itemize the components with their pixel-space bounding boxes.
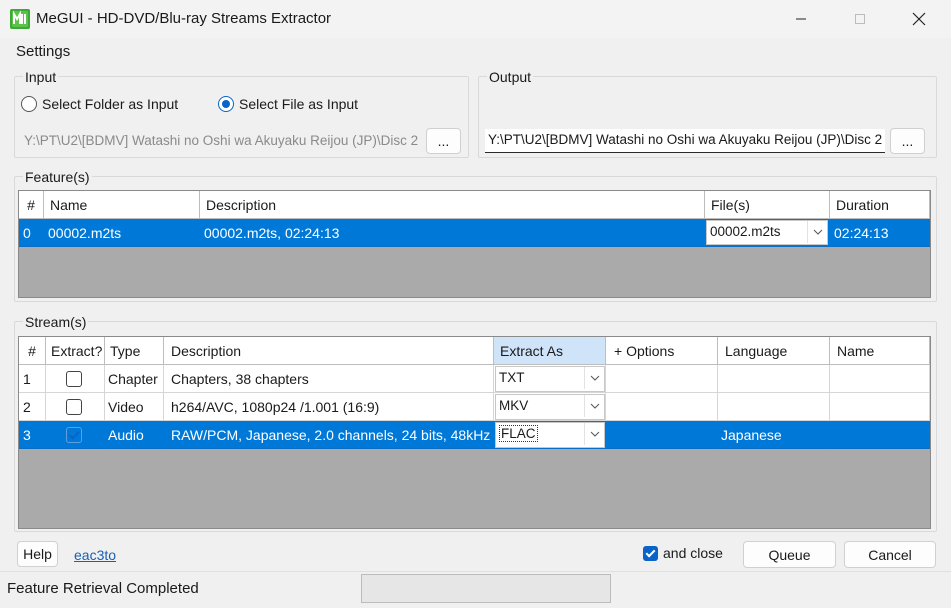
table-row-type[interactable]: Video (105, 393, 164, 421)
table-row-options[interactable] (606, 365, 718, 393)
table-row-name[interactable] (830, 365, 930, 393)
and-close-label: and close (663, 545, 723, 561)
table-row-name[interactable] (830, 393, 930, 421)
table-row-duration[interactable]: 02:24:13 (830, 219, 930, 247)
features-header-num[interactable]: # (19, 191, 44, 219)
output-group-label: Output (487, 69, 534, 85)
window-title: MeGUI - HD-DVD/Blu-ray Streams Extractor (36, 10, 332, 27)
table-row-num[interactable]: 3 (19, 421, 46, 449)
features-grid[interactable]: # Name Description File(s) Duration 0 00… (18, 190, 931, 298)
table-row-description[interactable]: h264/AVC, 1080p24 /1.001 (16:9) (164, 393, 494, 421)
extract-checkbox[interactable] (66, 399, 82, 415)
chevron-down-icon[interactable] (584, 367, 604, 389)
features-header-name[interactable]: Name (44, 191, 200, 219)
select-folder-label: Select Folder as Input (42, 96, 179, 112)
close-button[interactable] (896, 0, 942, 38)
streams-header-type[interactable]: Type (105, 337, 164, 365)
table-row-num[interactable]: 0 (19, 219, 44, 247)
chevron-down-icon[interactable] (584, 423, 604, 445)
extract-as-dropdown[interactable]: TXT (495, 366, 605, 392)
table-row-description[interactable]: Chapters, 38 chapters (164, 365, 494, 393)
table-row-options[interactable] (606, 393, 718, 421)
table-row-num[interactable]: 1 (19, 365, 46, 393)
table-row-name[interactable] (830, 421, 930, 449)
cancel-button[interactable]: Cancel (844, 541, 936, 568)
extract-as-dropdown[interactable]: MKV (495, 394, 605, 420)
table-row-num[interactable]: 2 (19, 393, 46, 421)
streams-header-language[interactable]: Language (718, 337, 830, 365)
table-row-name[interactable]: 00002.m2ts (44, 219, 200, 247)
table-row-extract-cell[interactable] (46, 421, 105, 449)
streams-group-label: Stream(s) (23, 314, 89, 330)
extract-as-value: TXT (499, 370, 525, 385)
output-path-field[interactable]: Y:\PT\U2\[BDMV] Watashi no Oshi wa Akuya… (485, 129, 885, 153)
streams-header-num[interactable]: # (19, 337, 46, 365)
table-row-extract-cell[interactable] (46, 365, 105, 393)
table-row-language[interactable] (718, 393, 830, 421)
checkbox-checked-icon[interactable] (643, 545, 658, 561)
select-folder-radio[interactable]: Select Folder as Input (21, 96, 178, 112)
eac3to-link[interactable]: eac3to (74, 547, 116, 563)
maximize-icon (855, 14, 865, 24)
table-row-type[interactable]: Audio (105, 421, 164, 449)
table-row-type[interactable]: Chapter (105, 365, 164, 393)
table-row-files-cell[interactable]: 00002.m2ts (705, 219, 830, 247)
select-file-label: Select File as Input (239, 96, 359, 112)
table-row-description[interactable]: 00002.m2ts, 02:24:13 (200, 219, 705, 247)
table-row-options[interactable] (606, 421, 718, 449)
chevron-down-icon[interactable] (584, 395, 604, 417)
and-close-checkbox[interactable]: and close (643, 545, 723, 561)
menu-settings[interactable]: Settings (16, 43, 70, 60)
streams-header-options[interactable]: + Options (606, 337, 718, 365)
features-header-files[interactable]: File(s) (705, 191, 830, 219)
table-row-extract-cell[interactable] (46, 393, 105, 421)
input-group-label: Input (23, 69, 59, 85)
table-row-extract-as-cell[interactable]: TXT (494, 365, 606, 393)
minimize-button[interactable] (778, 0, 824, 38)
table-row-extract-as-cell[interactable]: MKV (494, 393, 606, 421)
input-path-field[interactable]: Y:\PT\U2\[BDMV] Watashi no Oshi wa Akuya… (21, 130, 421, 152)
extract-as-dropdown[interactable]: FLAC (495, 422, 605, 448)
input-browse-button[interactable]: ... (426, 128, 461, 154)
progress-bar (361, 574, 611, 603)
queue-button[interactable]: Queue (743, 541, 836, 568)
streams-header-description[interactable]: Description (164, 337, 494, 365)
megui-app-icon (10, 9, 30, 29)
table-row-language[interactable]: Japanese (718, 421, 830, 449)
status-text: Feature Retrieval Completed (7, 580, 199, 597)
extract-checkbox-checked[interactable] (66, 427, 82, 443)
minimize-icon (796, 18, 806, 20)
streams-grid[interactable]: # Extract? Type Description Extract As +… (18, 336, 931, 529)
radio-button-unchecked[interactable] (21, 96, 37, 112)
extract-checkbox[interactable] (66, 371, 82, 387)
extract-as-value: FLAC (499, 425, 538, 442)
select-file-radio[interactable]: Select File as Input (218, 96, 358, 112)
files-dropdown[interactable]: 00002.m2ts (706, 220, 828, 245)
maximize-button[interactable] (837, 0, 883, 38)
close-icon (912, 12, 926, 26)
output-browse-button[interactable]: ... (890, 128, 925, 154)
chevron-down-icon[interactable] (807, 221, 827, 243)
table-row-description[interactable]: RAW/PCM, Japanese, 2.0 channels, 24 bits… (164, 421, 494, 449)
table-row-extract-as-cell[interactable]: FLAC (494, 421, 606, 449)
streams-header-extract-as[interactable]: Extract As (494, 337, 606, 365)
help-button[interactable]: Help (17, 541, 58, 567)
features-header-description[interactable]: Description (200, 191, 705, 219)
table-row-language[interactable] (718, 365, 830, 393)
files-dropdown-value: 00002.m2ts (710, 224, 781, 239)
features-header-duration[interactable]: Duration (830, 191, 930, 219)
streams-header-extract[interactable]: Extract? (46, 337, 105, 365)
features-group-label: Feature(s) (23, 169, 92, 185)
radio-button-checked[interactable] (218, 96, 234, 112)
extract-as-value: MKV (499, 398, 529, 413)
streams-header-name[interactable]: Name (830, 337, 930, 365)
